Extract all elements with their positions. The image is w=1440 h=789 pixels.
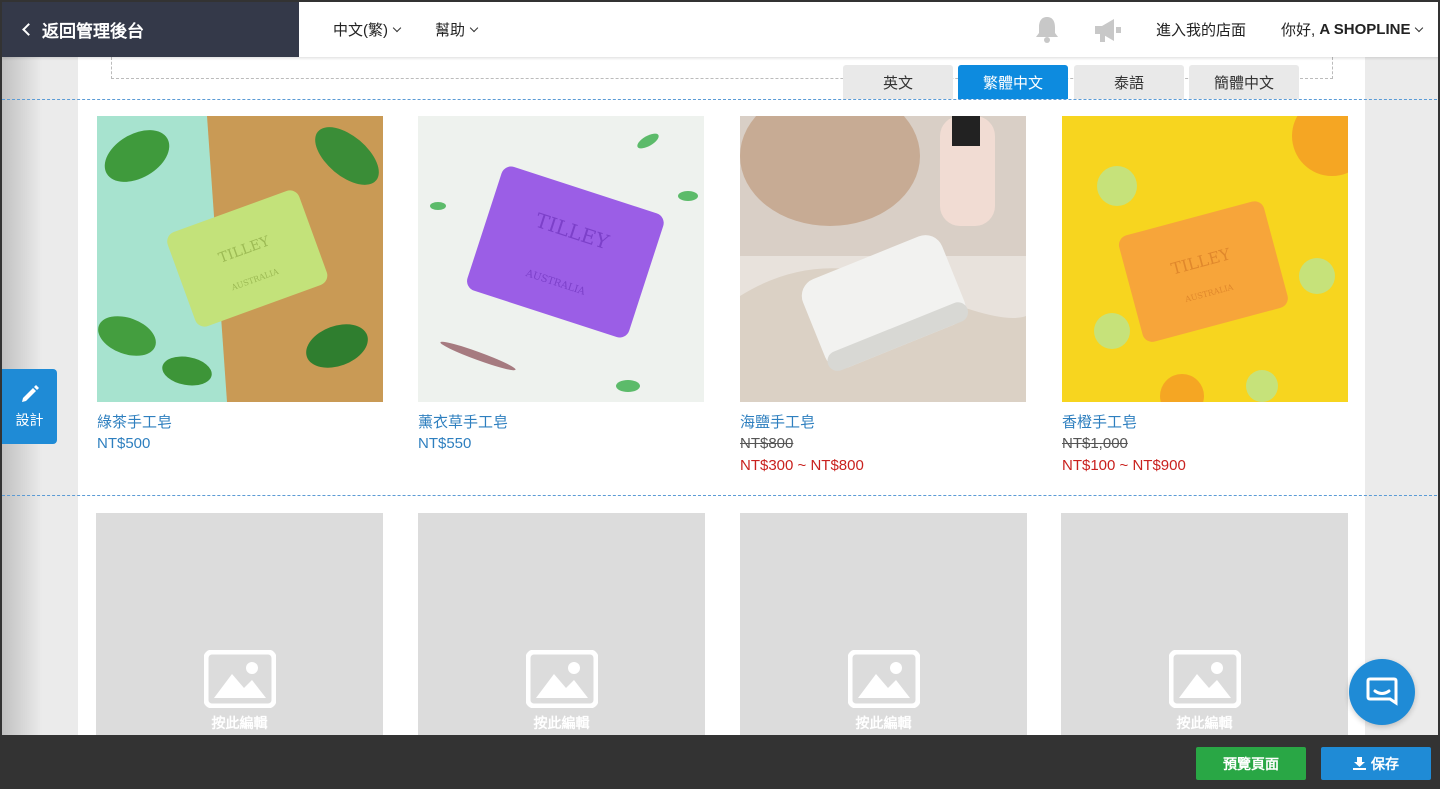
account-menu[interactable]: 你好, A SHOPLINE: [1281, 2, 1424, 57]
tab-english[interactable]: 英文: [843, 65, 953, 99]
download-icon: [1353, 757, 1366, 770]
image-placeholder[interactable]: 按此編輯: [418, 513, 705, 743]
product-original-price: NT$1,000: [1062, 435, 1128, 452]
placeholder-label: 按此編輯: [1176, 715, 1233, 731]
chevron-down-icon: [469, 23, 479, 32]
placeholder-label: 按此編輯: [211, 715, 268, 731]
product-price: NT$550: [418, 435, 472, 452]
save-button[interactable]: 保存: [1321, 747, 1431, 780]
help-menu-label: 幫助: [435, 22, 466, 39]
tab-traditional-chinese[interactable]: 繁體中文: [958, 65, 1068, 99]
product-image-green-soap[interactable]: TILLEY AUSTRALIA: [97, 116, 383, 402]
product-name[interactable]: 海鹽手工皂: [740, 413, 1027, 433]
product-name[interactable]: 薰衣草手工皂: [418, 413, 705, 433]
placeholder-label: 按此編輯: [533, 715, 590, 731]
product-original-price: NT$800: [740, 435, 794, 452]
product-sale-price: NT$100 ~ NT$900: [1062, 457, 1186, 474]
product-price: NT$500: [97, 435, 151, 452]
back-to-admin-button[interactable]: 返回管理後台: [2, 2, 299, 57]
design-button[interactable]: 設計: [2, 369, 57, 444]
chevron-down-icon: [392, 23, 402, 32]
image-placeholder[interactable]: 按此編輯: [96, 513, 383, 743]
image-placeholder[interactable]: 按此編輯: [1061, 513, 1348, 743]
product-sale-price: NT$300 ~ NT$800: [740, 457, 864, 474]
product-card[interactable]: 海鹽手工皂 NT$800 NT$300 ~ NT$800: [740, 116, 1027, 477]
bell-icon[interactable]: [1032, 14, 1062, 44]
bottom-bar: 預覽頁面 保存: [2, 735, 1438, 787]
back-label: 返回管理後台: [42, 22, 144, 41]
product-image-orange-soap[interactable]: TILLEY AUSTRALIA: [1062, 116, 1348, 402]
placeholder-label: 按此編輯: [855, 715, 912, 731]
image-icon: [204, 650, 276, 708]
chat-icon: [1366, 677, 1398, 706]
save-label: 保存: [1371, 755, 1399, 772]
image-icon: [1169, 650, 1241, 708]
account-name: A SHOPLINE: [1319, 21, 1411, 38]
section-divider: [2, 495, 1438, 496]
top-bar: 返回管理後台 中文(繁) 幫助 進入我的店面 你好, A SHOPLINE: [2, 2, 1438, 57]
product-image-purple-soap[interactable]: TILLEY AUSTRALIA: [418, 116, 704, 402]
help-menu[interactable]: 幫助: [435, 2, 479, 57]
image-icon: [848, 650, 920, 708]
chevron-down-icon: [1415, 23, 1424, 32]
tab-simplified-chinese[interactable]: 簡體中文: [1189, 65, 1299, 99]
chevron-left-icon: [22, 23, 35, 36]
preview-button[interactable]: 預覽頁面: [1196, 747, 1306, 780]
design-label: 設計: [15, 411, 44, 428]
pencil-icon: [21, 384, 39, 402]
chat-button[interactable]: [1349, 659, 1415, 725]
image-placeholder[interactable]: 按此編輯: [740, 513, 1027, 743]
store-link[interactable]: 進入我的店面: [1156, 2, 1246, 57]
tab-thai[interactable]: 泰語: [1074, 65, 1184, 99]
language-menu[interactable]: 中文(繁): [333, 2, 402, 57]
product-card[interactable]: TILLEY AUSTRALIA 薰衣草手工皂 NT$550: [418, 116, 705, 455]
product-card[interactable]: TILLEY AUSTRALIA 香橙手工皂 NT$1,000 NT$100 ~…: [1062, 116, 1349, 477]
product-name[interactable]: 香橙手工皂: [1062, 413, 1349, 433]
section-divider: [2, 99, 1438, 100]
editor-frame: 英文 繁體中文 泰語 簡體中文 TILLEY AUSTRALIA 綠茶手工皂 N…: [0, 0, 1440, 789]
product-image-white-soap[interactable]: [740, 116, 1026, 402]
product-name[interactable]: 綠茶手工皂: [97, 413, 384, 433]
language-menu-label: 中文(繁): [333, 22, 388, 39]
megaphone-icon[interactable]: [1092, 15, 1124, 45]
product-card[interactable]: TILLEY AUSTRALIA 綠茶手工皂 NT$500: [97, 116, 384, 455]
greeting-prefix: 你好,: [1281, 22, 1320, 39]
image-icon: [526, 650, 598, 708]
